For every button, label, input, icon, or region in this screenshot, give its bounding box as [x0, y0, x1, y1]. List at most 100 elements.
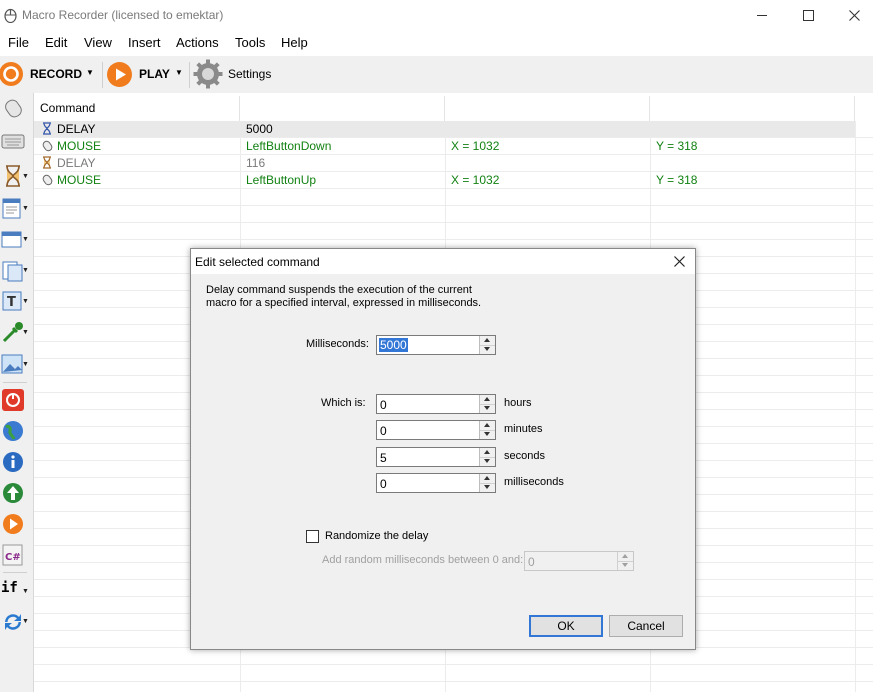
- spin-buttons: [479, 448, 495, 466]
- minutes-label: minutes: [504, 423, 543, 435]
- row-param: 5000: [246, 122, 273, 136]
- menu-help[interactable]: Help: [281, 35, 308, 50]
- random-ms-stepper[interactable]: 0: [524, 551, 634, 571]
- app-icon: [4, 7, 17, 24]
- chevron-down-icon[interactable]: ▼: [22, 298, 29, 305]
- csharp-icon: C#: [2, 544, 23, 566]
- milliseconds-label: Milliseconds:: [306, 338, 369, 350]
- seconds-value: 5: [380, 451, 387, 465]
- insert-csharp-button[interactable]: C#: [1, 543, 25, 567]
- hours-label: hours: [504, 397, 532, 409]
- column-header[interactable]: [650, 96, 855, 122]
- chevron-down-icon[interactable]: ▼: [175, 68, 183, 77]
- dialog-title-bar: Edit selected command: [191, 249, 695, 274]
- table-row[interactable]: [34, 138, 855, 154]
- spin-down-button[interactable]: [480, 345, 495, 354]
- chevron-down-icon[interactable]: ▼: [22, 618, 29, 625]
- record-button[interactable]: RECORD ▼: [0, 60, 98, 88]
- table-row-selected[interactable]: [34, 121, 855, 137]
- grid-line: [34, 239, 873, 240]
- row-y: Y = 318: [656, 173, 698, 187]
- chevron-down-icon[interactable]: ▼: [22, 173, 29, 180]
- settings-button[interactable]: Settings: [192, 58, 276, 90]
- chevron-down-icon[interactable]: ▼: [22, 361, 29, 368]
- up-arrow-icon: [484, 450, 490, 454]
- sidebar-separator: [3, 572, 27, 573]
- hours-value: 0: [380, 398, 387, 412]
- spin-down-button[interactable]: [480, 457, 495, 466]
- cancel-button[interactable]: Cancel: [609, 615, 683, 637]
- grid-line: [34, 205, 873, 206]
- minutes-stepper[interactable]: 0: [376, 420, 496, 440]
- play-button[interactable]: PLAY ▼: [106, 60, 186, 88]
- down-arrow-icon: [484, 406, 490, 410]
- toolbar-separator: [102, 62, 103, 88]
- spin-down-button[interactable]: [480, 483, 495, 492]
- maximize-icon: [802, 10, 814, 21]
- grid-line: [34, 222, 873, 223]
- menu-tools[interactable]: Tools: [235, 35, 265, 50]
- insert-mouse-button[interactable]: [1, 95, 25, 119]
- dialog-close-button[interactable]: [663, 249, 695, 274]
- table-row[interactable]: [34, 155, 855, 171]
- spin-down-button[interactable]: [480, 404, 495, 413]
- record-icon: [0, 61, 24, 87]
- row-x: X = 1032: [451, 139, 500, 153]
- ok-button[interactable]: OK: [529, 615, 603, 637]
- seconds-stepper[interactable]: 5: [376, 447, 496, 467]
- menu-view[interactable]: View: [84, 35, 112, 50]
- row-x: X = 1032: [451, 173, 500, 187]
- up-arrow-icon: [484, 476, 490, 480]
- play-icon: [3, 514, 23, 534]
- close-button[interactable]: [831, 0, 873, 31]
- close-icon: [848, 10, 860, 21]
- chevron-down-icon[interactable]: ▼: [22, 205, 29, 212]
- chevron-down-icon[interactable]: ▼: [22, 236, 29, 243]
- up-arrow-icon: [484, 423, 490, 427]
- chevron-down-icon[interactable]: ▼: [22, 267, 29, 274]
- down-arrow-icon: [484, 459, 490, 463]
- randomize-checkbox[interactable]: [306, 530, 319, 543]
- table-row[interactable]: [34, 172, 855, 188]
- insert-goto-button[interactable]: [1, 481, 25, 505]
- spin-down-button[interactable]: [480, 430, 495, 439]
- maximize-button[interactable]: [785, 0, 831, 31]
- column-header-label: Command: [40, 101, 96, 115]
- insert-run-macro-button[interactable]: [1, 512, 25, 536]
- sidebar-separator: [3, 382, 27, 383]
- chevron-down-icon[interactable]: ▼: [22, 329, 29, 336]
- spin-down-button[interactable]: [618, 561, 633, 570]
- up-arrow-icon: [484, 338, 490, 342]
- row-param: 116: [246, 156, 266, 170]
- milliseconds-value: 5000: [379, 338, 408, 352]
- spin-buttons: [479, 395, 495, 413]
- milliseconds-stepper[interactable]: 5000: [376, 335, 496, 355]
- column-header[interactable]: [445, 96, 650, 122]
- row-command: DELAY: [57, 122, 96, 136]
- chevron-down-icon[interactable]: ▼: [86, 68, 94, 77]
- row-command: MOUSE: [57, 173, 102, 187]
- menu-file[interactable]: File: [8, 35, 29, 50]
- hours-stepper[interactable]: 0: [376, 394, 496, 414]
- menu-insert[interactable]: Insert: [128, 35, 161, 50]
- toolbar-separator: [189, 62, 190, 88]
- dialog-description-line2: macro for a specified interval, expresse…: [206, 297, 482, 309]
- random-ms-value: 0: [528, 555, 535, 569]
- chevron-down-icon[interactable]: ▼: [22, 588, 29, 595]
- milliseconds-part-stepper[interactable]: 0: [376, 473, 496, 493]
- menu-edit[interactable]: Edit: [45, 35, 67, 50]
- insert-web-button[interactable]: [1, 419, 25, 443]
- seconds-label: seconds: [504, 450, 545, 462]
- menu-actions[interactable]: Actions: [176, 35, 219, 50]
- info-icon: [3, 452, 23, 472]
- minimize-button[interactable]: [739, 0, 785, 31]
- minutes-value: 0: [380, 424, 387, 438]
- insert-message-button[interactable]: [1, 450, 25, 474]
- column-header-command[interactable]: Command: [34, 96, 240, 122]
- grid-line: [855, 121, 856, 692]
- column-header[interactable]: [240, 96, 445, 122]
- insert-stop-button[interactable]: [1, 388, 25, 412]
- row-command: DELAY: [57, 156, 96, 170]
- up-arrow-icon: [484, 397, 490, 401]
- insert-keyboard-button[interactable]: [1, 128, 25, 152]
